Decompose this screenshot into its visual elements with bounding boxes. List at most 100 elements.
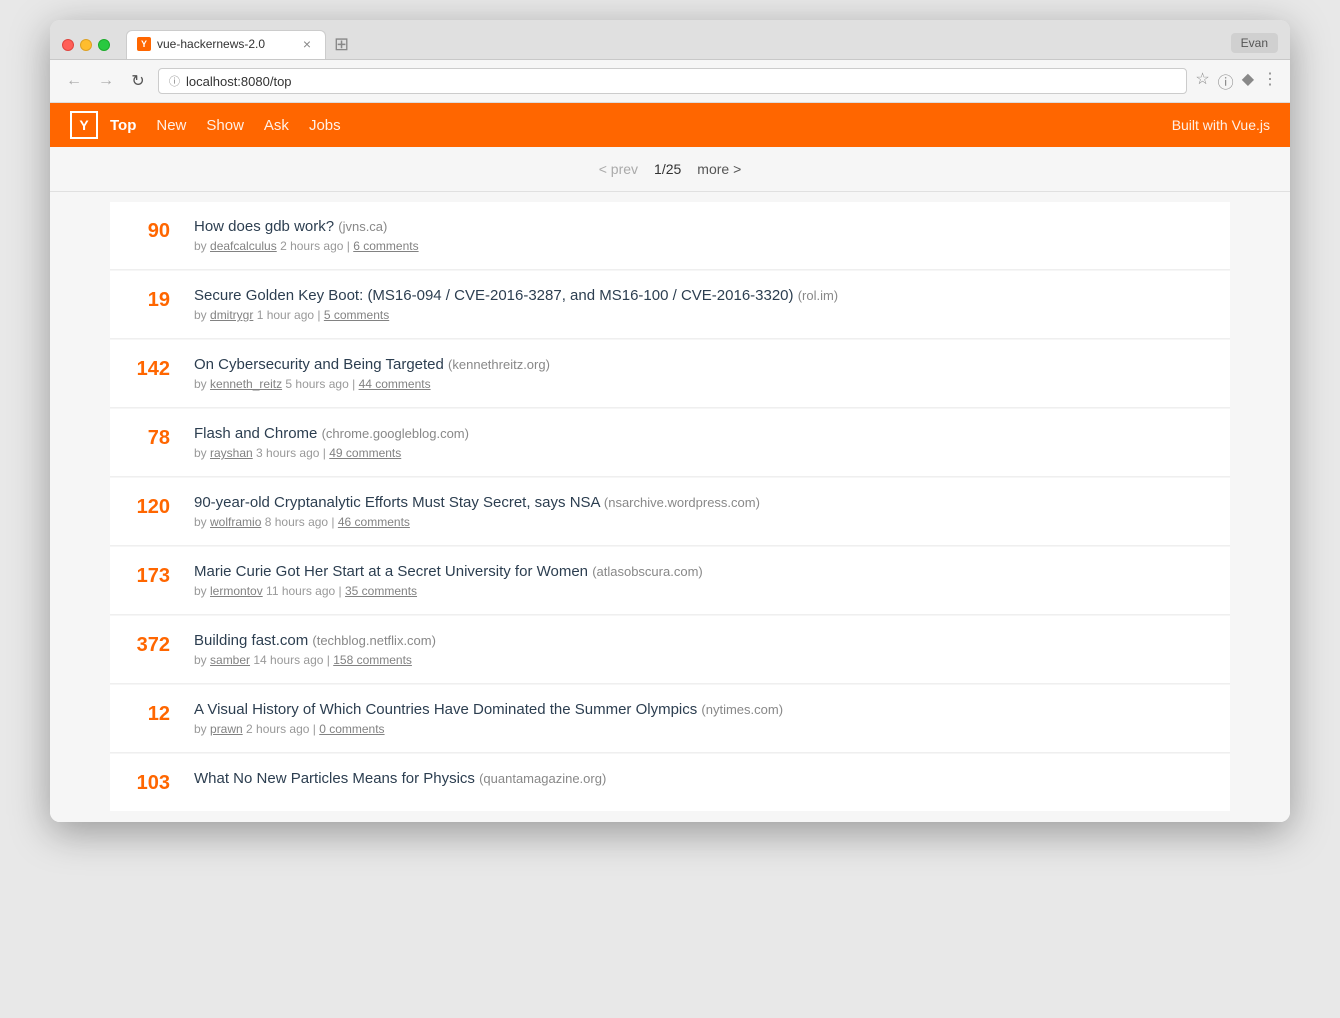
story-meta: by wolframio 8 hours ago | 46 comments [194, 515, 1210, 529]
story-author[interactable]: dmitrygr [210, 308, 253, 322]
url-display: localhost:8080/top [186, 74, 1176, 89]
forward-button[interactable]: → [94, 69, 118, 93]
story-author[interactable]: deafcalculus [210, 239, 277, 253]
story-score: 90 [130, 218, 170, 243]
story-item: 372 Building fast.com (techblog.netflix.… [110, 616, 1230, 684]
minimize-button[interactable] [80, 39, 92, 51]
reload-button[interactable]: ↻ [126, 69, 150, 93]
nav-link-new[interactable]: New [156, 117, 186, 134]
story-title[interactable]: Building fast.com (techblog.netflix.com) [194, 632, 1210, 649]
story-comments[interactable]: 44 comments [359, 377, 431, 391]
tab-favicon: Y [137, 37, 151, 51]
pagination-prev[interactable]: < prev [599, 161, 638, 177]
story-item: 78 Flash and Chrome (chrome.googleblog.c… [110, 409, 1230, 477]
story-author[interactable]: samber [210, 653, 250, 667]
story-domain: (jvns.ca) [338, 219, 387, 234]
story-item: 90 How does gdb work? (jvns.ca) by deafc… [110, 202, 1230, 270]
story-meta: by rayshan 3 hours ago | 49 comments [194, 446, 1210, 460]
story-title[interactable]: Secure Golden Key Boot: (MS16-094 / CVE-… [194, 287, 1210, 304]
story-comments[interactable]: 5 comments [324, 308, 389, 322]
story-content: Secure Golden Key Boot: (MS16-094 / CVE-… [194, 287, 1210, 322]
story-item: 19 Secure Golden Key Boot: (MS16-094 / C… [110, 271, 1230, 339]
hn-navbar: Y Top New Show Ask Jobs Built with Vue.j… [50, 103, 1290, 147]
story-author[interactable]: prawn [210, 722, 243, 736]
story-score: 120 [130, 494, 170, 519]
pagination-more[interactable]: more > [697, 161, 741, 177]
story-comments[interactable]: 49 comments [329, 446, 401, 460]
pagination-current: 1/25 [654, 161, 681, 177]
story-domain: (chrome.googleblog.com) [322, 426, 469, 441]
browser-titlebar: Y vue-hackernews-2.0 × ⊞ Evan [50, 20, 1290, 60]
story-score: 173 [130, 563, 170, 588]
story-content: Flash and Chrome (chrome.googleblog.com)… [194, 425, 1210, 460]
secure-icon: ⓘ [169, 73, 180, 89]
browser-window: Y vue-hackernews-2.0 × ⊞ Evan ← → ↻ ⓘ lo… [50, 20, 1290, 822]
story-meta: by lermontov 11 hours ago | 35 comments [194, 584, 1210, 598]
browser-toolbar: ← → ↻ ⓘ localhost:8080/top ☆ ⓘ ◆ ⋮ [50, 60, 1290, 103]
story-domain: (quantamagazine.org) [479, 771, 606, 786]
story-content: Marie Curie Got Her Start at a Secret Un… [194, 563, 1210, 598]
story-item: 12 A Visual History of Which Countries H… [110, 685, 1230, 753]
story-author[interactable]: wolframio [210, 515, 261, 529]
shield-icon[interactable]: ◆ [1242, 69, 1254, 93]
story-title[interactable]: 90-year-old Cryptanalytic Efforts Must S… [194, 494, 1210, 511]
bookmark-icon[interactable]: ☆ [1195, 69, 1209, 93]
story-title[interactable]: Marie Curie Got Her Start at a Secret Un… [194, 563, 1210, 580]
story-comments[interactable]: 46 comments [338, 515, 410, 529]
tab-bar: Y vue-hackernews-2.0 × ⊞ [126, 30, 1223, 59]
built-with-label: Built with Vue.js [1172, 117, 1270, 133]
active-tab[interactable]: Y vue-hackernews-2.0 × [126, 30, 326, 59]
story-content: 90-year-old Cryptanalytic Efforts Must S… [194, 494, 1210, 529]
story-domain: (kennethreitz.org) [448, 357, 550, 372]
story-content: Building fast.com (techblog.netflix.com)… [194, 632, 1210, 667]
tab-close-button[interactable]: × [303, 37, 311, 51]
back-button[interactable]: ← [62, 69, 86, 93]
story-title[interactable]: On Cybersecurity and Being Targeted (ken… [194, 356, 1210, 373]
story-comments[interactable]: 0 comments [319, 722, 384, 736]
story-content: On Cybersecurity and Being Targeted (ken… [194, 356, 1210, 391]
new-tab-button[interactable]: ⊞ [330, 34, 353, 55]
story-item: 173 Marie Curie Got Her Start at a Secre… [110, 547, 1230, 615]
story-meta: by dmitrygr 1 hour ago | 5 comments [194, 308, 1210, 322]
nav-link-ask[interactable]: Ask [264, 117, 289, 134]
nav-link-jobs[interactable]: Jobs [309, 117, 341, 134]
nav-link-show[interactable]: Show [206, 117, 244, 134]
info-icon[interactable]: ⓘ [1218, 69, 1234, 93]
story-comments[interactable]: 158 comments [333, 653, 412, 667]
hn-logo[interactable]: Y [70, 111, 98, 139]
story-comments[interactable]: 6 comments [353, 239, 418, 253]
story-domain: (nytimes.com) [701, 702, 783, 717]
story-meta: by samber 14 hours ago | 158 comments [194, 653, 1210, 667]
story-content: How does gdb work? (jvns.ca) by deafcalc… [194, 218, 1210, 253]
story-domain: (rol.im) [798, 288, 838, 303]
toolbar-actions: ☆ ⓘ ◆ ⋮ [1195, 69, 1278, 93]
story-author[interactable]: kenneth_reitz [210, 377, 282, 391]
story-author[interactable]: rayshan [210, 446, 253, 460]
story-title[interactable]: Flash and Chrome (chrome.googleblog.com) [194, 425, 1210, 442]
story-content: A Visual History of Which Countries Have… [194, 701, 1210, 736]
story-score: 103 [130, 770, 170, 795]
menu-icon[interactable]: ⋮ [1262, 69, 1278, 93]
story-item: 103 What No New Particles Means for Phys… [110, 754, 1230, 811]
story-comments[interactable]: 35 comments [345, 584, 417, 598]
nav-link-top[interactable]: Top [110, 117, 136, 134]
story-domain: (nsarchive.wordpress.com) [604, 495, 760, 510]
app-content: Y Top New Show Ask Jobs Built with Vue.j… [50, 103, 1290, 822]
browser-controls [62, 39, 110, 51]
story-score: 12 [130, 701, 170, 726]
story-domain: (techblog.netflix.com) [312, 633, 436, 648]
tab-title: vue-hackernews-2.0 [157, 37, 265, 51]
story-score: 372 [130, 632, 170, 657]
maximize-button[interactable] [98, 39, 110, 51]
browser-user-label: Evan [1231, 33, 1278, 53]
story-title[interactable]: What No New Particles Means for Physics … [194, 770, 1210, 787]
story-item: 120 90-year-old Cryptanalytic Efforts Mu… [110, 478, 1230, 546]
story-title[interactable]: A Visual History of Which Countries Have… [194, 701, 1210, 718]
story-score: 78 [130, 425, 170, 450]
story-author[interactable]: lermontov [210, 584, 263, 598]
story-content: What No New Particles Means for Physics … [194, 770, 1210, 791]
story-title[interactable]: How does gdb work? (jvns.ca) [194, 218, 1210, 235]
hn-nav-links: Top New Show Ask Jobs [110, 117, 341, 134]
address-bar[interactable]: ⓘ localhost:8080/top [158, 68, 1187, 94]
close-button[interactable] [62, 39, 74, 51]
